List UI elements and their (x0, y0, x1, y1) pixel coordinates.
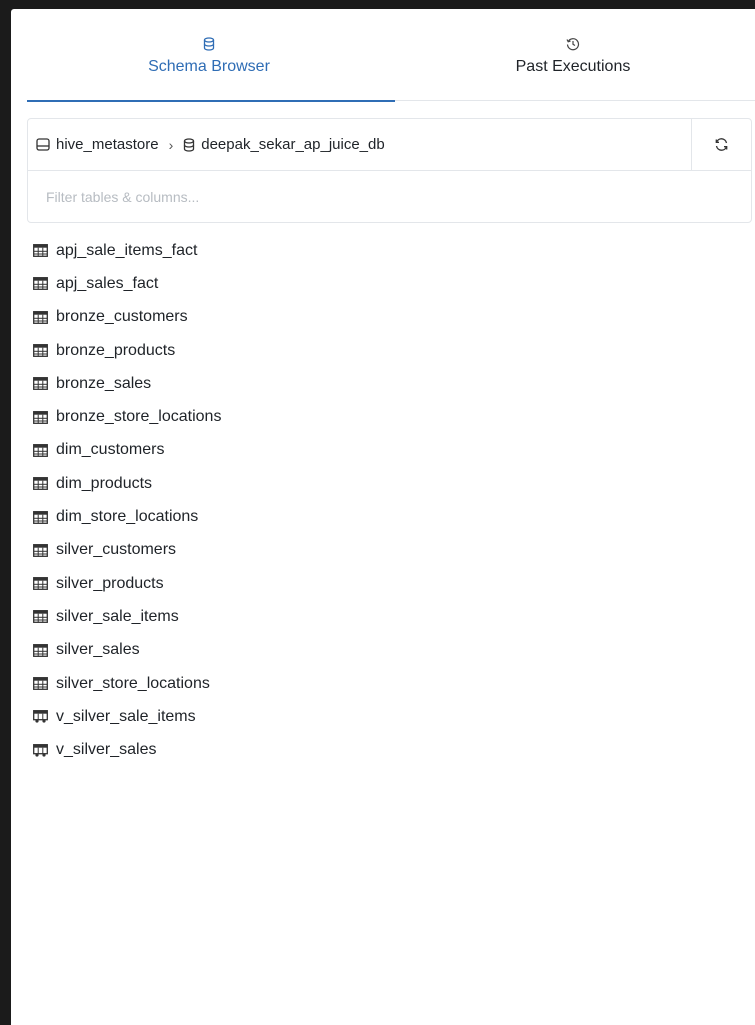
table-name: apj_sale_items_fact (56, 241, 198, 259)
table-name: apj_sales_fact (56, 274, 159, 292)
schema-panel: Schema Browser Past Executions hive_meta… (11, 9, 755, 1025)
schema-browser-box: hive_metastore › deepak_sekar_ap_juice_d… (27, 118, 752, 223)
filter-input[interactable] (28, 172, 751, 222)
table-icon (33, 377, 48, 391)
table-list-item[interactable]: silver_customers (33, 534, 733, 567)
catalog-icon (36, 138, 50, 151)
table-icon (33, 344, 48, 357)
table-name: silver_store_locations (56, 674, 210, 692)
tab-bar: Schema Browser Past Executions (27, 9, 755, 102)
table-name: dim_store_locations (56, 508, 199, 526)
history-icon (566, 38, 580, 51)
table-name: silver_products (56, 574, 164, 592)
table-list-item[interactable]: bronze_products (33, 334, 733, 367)
table-icon (33, 277, 48, 291)
tab-schema-browser[interactable]: Schema Browser (27, 9, 395, 102)
refresh-button[interactable] (691, 118, 751, 171)
table-name: silver_customers (56, 541, 177, 559)
table-name: bronze_customers (56, 308, 188, 326)
table-name: v_silver_sales (56, 741, 157, 759)
table-list-item[interactable]: dim_products (33, 467, 733, 500)
breadcrumb-row: hive_metastore › deepak_sekar_ap_juice_d… (28, 118, 751, 171)
filter-row (28, 171, 751, 223)
table-icon (33, 510, 48, 524)
view-list-item[interactable]: v_silver_sales (33, 733, 733, 766)
table-list-item[interactable]: dim_store_locations (33, 500, 733, 533)
breadcrumb: hive_metastore › deepak_sekar_ap_juice_d… (28, 119, 691, 171)
table-icon (33, 310, 48, 324)
tab-schema-browser-label: Schema Browser (148, 58, 270, 75)
table-list-item[interactable]: bronze_store_locations (33, 400, 733, 433)
table-icon (33, 477, 48, 491)
table-name: bronze_sales (56, 374, 152, 392)
table-name: dim_products (56, 474, 153, 492)
table-name: bronze_products (56, 341, 176, 359)
tab-past-executions[interactable]: Past Executions (391, 9, 755, 101)
table-name: silver_sale_items (56, 607, 179, 625)
table-list-item[interactable]: silver_store_locations (33, 667, 733, 700)
view-icon (33, 710, 48, 723)
table-icon (33, 643, 48, 657)
table-icon (33, 610, 48, 624)
breadcrumb-separator: › (168, 136, 174, 153)
table-icon (33, 577, 48, 591)
table-icon (33, 443, 48, 457)
table-list-item[interactable]: silver_products (33, 567, 733, 600)
table-list: apj_sale_items_fact apj_sales_fact bronze_… (33, 234, 733, 767)
table-list-item[interactable]: bronze_customers (33, 301, 733, 334)
database-icon (203, 37, 215, 51)
view-icon (33, 743, 48, 757)
refresh-icon (715, 138, 728, 151)
table-name: silver_sales (56, 641, 140, 659)
table-list-item[interactable]: bronze_sales (33, 367, 733, 400)
table-list-item[interactable]: apj_sales_fact (33, 267, 733, 300)
view-list-item[interactable]: v_silver_sale_items (33, 700, 733, 733)
table-list-item[interactable]: dim_customers (33, 434, 733, 467)
table-icon (33, 543, 48, 557)
table-list-item[interactable]: silver_sales (33, 634, 733, 667)
table-list-item[interactable]: apj_sale_items_fact (33, 234, 733, 267)
breadcrumb-schema[interactable]: deepak_sekar_ap_juice_db (183, 136, 385, 153)
table-list-item[interactable]: silver_sale_items (33, 600, 733, 633)
table-icon (33, 677, 48, 690)
catalog-label: hive_metastore (56, 136, 159, 153)
table-icon (33, 410, 48, 424)
table-icon (33, 244, 48, 258)
table-name: v_silver_sale_items (56, 707, 196, 725)
tab-past-executions-label: Past Executions (515, 58, 631, 75)
schema-icon (184, 137, 195, 152)
table-name: bronze_store_locations (56, 408, 222, 426)
schema-label: deepak_sekar_ap_juice_db (201, 136, 385, 153)
table-name: dim_customers (56, 441, 165, 459)
breadcrumb-catalog[interactable]: hive_metastore (36, 136, 159, 153)
